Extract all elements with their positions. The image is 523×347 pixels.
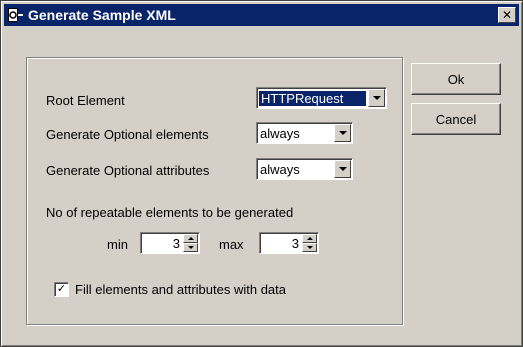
min-spinner[interactable]: 3 — [140, 232, 200, 254]
optional-elements-label: Generate Optional elements — [46, 127, 209, 142]
title-bar[interactable]: Generate Sample XML ✕ — [4, 4, 519, 26]
arrow-down-icon — [306, 246, 313, 249]
max-label: max — [219, 237, 244, 252]
arrow-up-icon — [306, 237, 313, 240]
optional-elements-dropdown-button[interactable] — [334, 124, 351, 142]
ok-button[interactable]: Ok — [411, 63, 501, 95]
root-element-value: HTTPRequest — [259, 90, 366, 106]
close-icon: ✕ — [501, 8, 513, 22]
checkmark-icon: ✓ — [56, 283, 67, 295]
optional-attributes-select[interactable]: always — [256, 158, 353, 180]
app-icon — [8, 7, 24, 23]
optional-elements-select[interactable]: always — [256, 122, 353, 144]
max-value: 3 — [291, 235, 299, 251]
min-decrement-button[interactable] — [183, 243, 198, 252]
chevron-down-icon — [338, 167, 347, 171]
cancel-button[interactable]: Cancel — [411, 103, 501, 135]
chevron-down-icon — [372, 96, 381, 100]
max-increment-button[interactable] — [302, 234, 317, 243]
min-value: 3 — [172, 235, 180, 251]
fill-data-label[interactable]: Fill elements and attributes with data — [75, 282, 286, 297]
close-button[interactable]: ✕ — [498, 7, 516, 23]
root-element-label: Root Element — [46, 93, 125, 108]
arrow-down-icon — [187, 246, 194, 249]
dialog-title: Generate Sample XML — [28, 7, 176, 23]
optional-attributes-dropdown-button[interactable] — [334, 160, 351, 178]
root-element-select[interactable]: HTTPRequest — [256, 87, 387, 109]
generate-sample-xml-dialog: Generate Sample XML ✕ Ok Cancel Root Ele… — [0, 0, 523, 347]
optional-elements-value: always — [260, 125, 300, 141]
root-element-dropdown-button[interactable] — [368, 89, 385, 107]
max-decrement-button[interactable] — [302, 243, 317, 252]
min-increment-button[interactable] — [183, 234, 198, 243]
optional-attributes-value: always — [260, 161, 300, 177]
min-label: min — [107, 237, 128, 252]
arrow-up-icon — [187, 237, 194, 240]
max-spinner[interactable]: 3 — [259, 232, 319, 254]
optional-attributes-label: Generate Optional attributes — [46, 163, 210, 178]
chevron-down-icon — [338, 131, 347, 135]
repeatable-elements-label: No of repeatable elements to be generate… — [46, 205, 294, 220]
fill-data-checkbox[interactable]: ✓ — [54, 282, 69, 297]
